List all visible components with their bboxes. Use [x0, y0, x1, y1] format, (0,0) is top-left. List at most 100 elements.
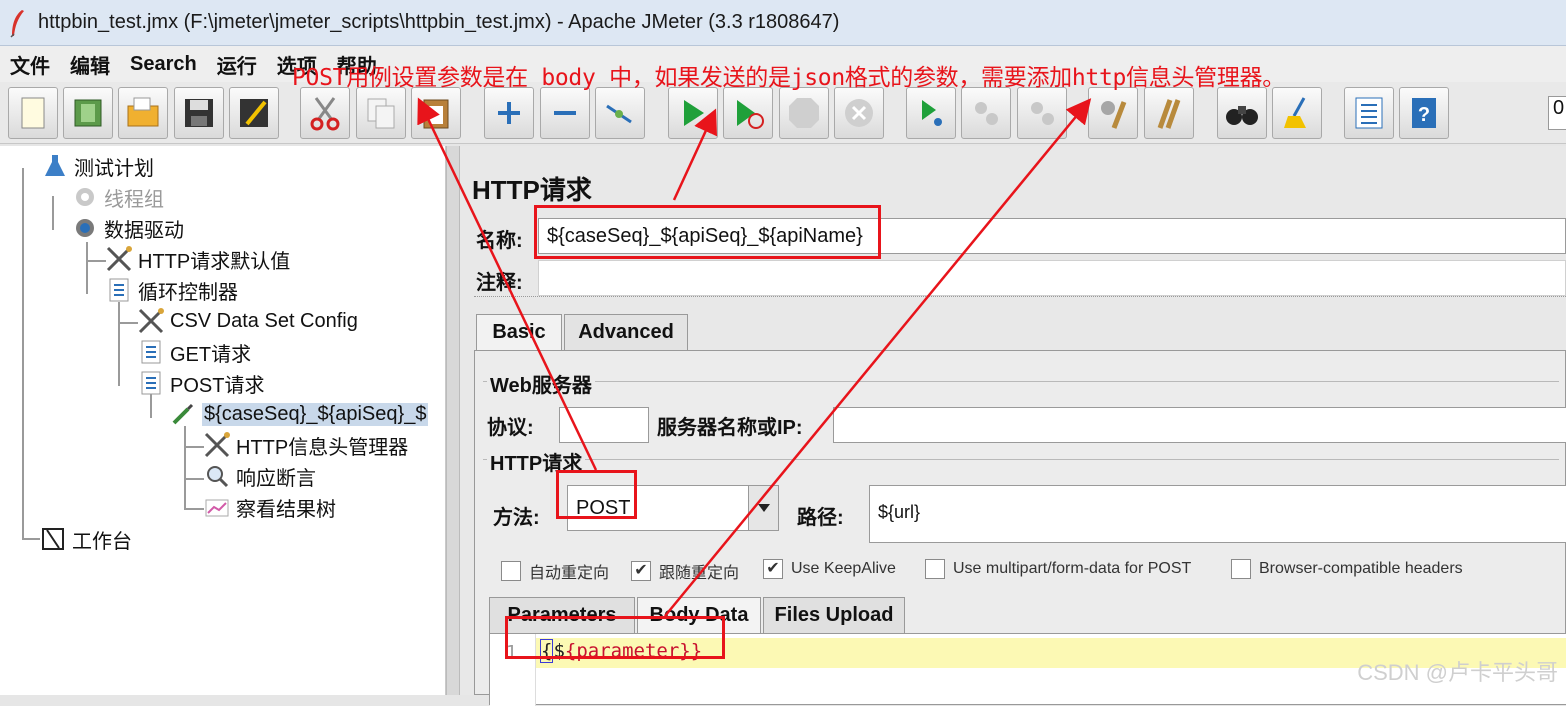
reset-search-button[interactable] [1272, 87, 1322, 139]
tree-node-get-request[interactable]: GET请求 [136, 337, 251, 367]
tree-node-loop-controller[interactable]: 循环控制器 [104, 275, 238, 305]
chevron-down-icon[interactable] [748, 486, 778, 530]
splitter[interactable] [446, 146, 460, 695]
remote-start-button[interactable] [906, 87, 956, 139]
open-icon [124, 94, 162, 132]
protocol-label: 协议: [487, 411, 534, 440]
svg-text:?: ? [1418, 104, 1430, 126]
tab-body-data[interactable]: Body Data [637, 597, 761, 633]
new-button[interactable] [8, 87, 58, 139]
menu-file[interactable]: 文件 [10, 50, 50, 79]
tree-node-test-plan[interactable]: 测试计划 [40, 151, 154, 181]
tree-node-response-assertion[interactable]: 响应断言 [202, 461, 316, 491]
keepalive-checkbox[interactable]: ✔Use KeepAlive [763, 559, 896, 579]
tree-node-workbench[interactable]: 工作台 [38, 524, 132, 554]
workbench-icon [38, 524, 68, 554]
http-request-group-title: HTTP请求 [487, 447, 585, 476]
new-icon [14, 94, 52, 132]
controller-icon [104, 275, 134, 305]
start-button[interactable] [668, 87, 718, 139]
binoculars-icon [1223, 94, 1261, 132]
tree-node-http-sampler[interactable]: ${caseSeq}_${apiSeq}_$ [168, 399, 428, 429]
save-as-button[interactable] [229, 87, 279, 139]
toggle-icon [601, 94, 639, 132]
help-button[interactable]: ? [1399, 87, 1449, 139]
stop-button[interactable] [779, 87, 829, 139]
tab-parameters[interactable]: Parameters [489, 597, 635, 633]
tab-files-upload[interactable]: Files Upload [763, 597, 905, 633]
wrench-icon [136, 306, 166, 336]
tree-node-http-defaults[interactable]: HTTP请求默认值 [104, 244, 290, 274]
name-field[interactable]: ${caseSeq}_${apiSeq}_${apiName} [538, 218, 1566, 254]
controller-icon [136, 337, 166, 367]
method-label: 方法: [493, 501, 540, 530]
start-no-pause-button[interactable] [723, 87, 773, 139]
auto-redirect-checkbox[interactable]: 自动重定向 [501, 559, 609, 583]
remote-stop-button[interactable] [961, 87, 1011, 139]
remote-shutdown-button[interactable] [1017, 87, 1067, 139]
watermark: CSDN @卢卡平头哥 [1357, 655, 1558, 687]
name-label: 名称: [476, 224, 523, 253]
tree-node-data-driven[interactable]: 数据驱动 [70, 213, 184, 243]
thread-counter: 0 [1548, 96, 1566, 130]
menu-run[interactable]: 运行 [217, 50, 257, 79]
search-button[interactable] [1217, 87, 1267, 139]
tree-node-results-tree[interactable]: 察看结果树 [202, 492, 336, 522]
toggle-button[interactable] [595, 87, 645, 139]
broom-icon [1278, 94, 1316, 132]
expand-button[interactable] [484, 87, 534, 139]
body-code: {${parameter}} [540, 640, 702, 662]
method-select[interactable]: POST [567, 485, 779, 531]
method-value: POST [576, 497, 630, 519]
save-as-icon [235, 94, 273, 132]
shutdown-button[interactable] [834, 87, 884, 139]
web-server-group-title: Web服务器 [487, 369, 595, 398]
remote-shutdown-icon [1023, 94, 1061, 132]
templates-button[interactable] [63, 87, 113, 139]
clear-icon [1094, 94, 1132, 132]
tree-node-thread-group[interactable]: 线程组 [70, 182, 164, 212]
save-button[interactable] [174, 87, 224, 139]
tab-basic[interactable]: Basic [476, 314, 562, 350]
browser-headers-checkbox[interactable]: Browser-compatible headers [1231, 559, 1463, 579]
paste-button[interactable] [411, 87, 461, 139]
comment-field[interactable] [538, 260, 1566, 296]
tab-advanced[interactable]: Advanced [564, 314, 688, 350]
path-label: 路径: [797, 501, 844, 530]
server-label: 服务器名称或IP: [657, 411, 803, 440]
protocol-field[interactable] [559, 407, 649, 443]
clear-button[interactable] [1088, 87, 1138, 139]
multipart-checkbox[interactable]: Use multipart/form-data for POST [925, 559, 1191, 579]
test-plan-tree: 测试计划 线程组 数据驱动 HTTP请求默认值 循环控制器 CSV Data S… [0, 146, 446, 695]
function-helper-button[interactable] [1344, 87, 1394, 139]
pipette-icon [168, 399, 198, 429]
comment-label: 注释: [476, 266, 523, 295]
menu-search[interactable]: Search [130, 53, 197, 76]
help-icon: ? [1405, 94, 1443, 132]
controller-icon [136, 368, 166, 398]
shutdown-icon [840, 94, 878, 132]
tree-node-post-request[interactable]: POST请求 [136, 368, 264, 398]
wrench-icon [202, 430, 232, 460]
cut-button[interactable] [300, 87, 350, 139]
server-field[interactable] [833, 407, 1566, 443]
tree-node-csv-config[interactable]: CSV Data Set Config [136, 306, 358, 336]
clear-all-button[interactable] [1144, 87, 1194, 139]
follow-redirect-checkbox[interactable]: ✔跟随重定向 [631, 559, 739, 583]
collapse-button[interactable] [540, 87, 590, 139]
http-request-panel: HTTP请求 名称: ${caseSeq}_${apiSeq}_${apiNam… [460, 146, 1566, 695]
copy-button[interactable] [356, 87, 406, 139]
flask-icon [40, 151, 70, 181]
magnifier-icon [202, 461, 232, 491]
start-no-pause-icon [729, 94, 767, 132]
open-button[interactable] [118, 87, 168, 139]
gear-icon [70, 213, 100, 243]
copy-icon [362, 94, 400, 132]
divider [474, 296, 1566, 304]
graph-icon [202, 492, 232, 522]
line-number: 1 [506, 642, 517, 663]
menu-edit[interactable]: 编辑 [70, 50, 110, 79]
tree-node-header-manager[interactable]: HTTP信息头管理器 [202, 430, 408, 460]
path-field[interactable]: ${url} [869, 485, 1566, 543]
start-icon [674, 94, 712, 132]
